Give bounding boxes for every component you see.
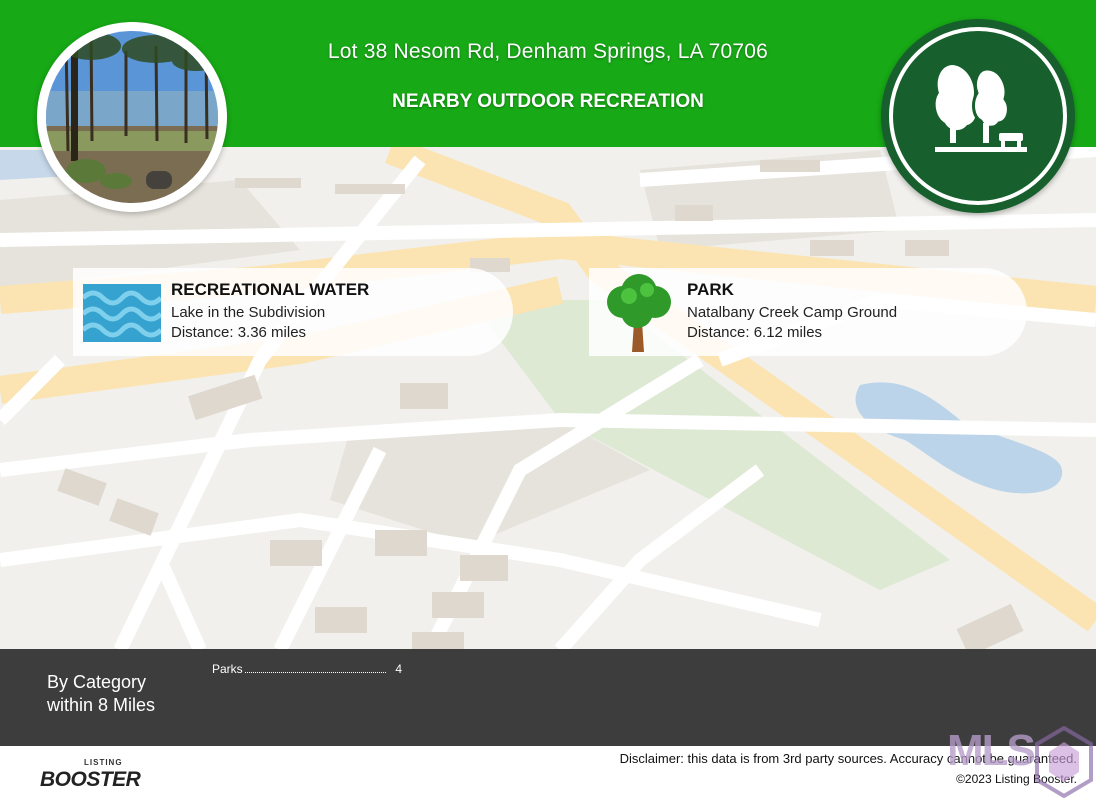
park-badge bbox=[881, 19, 1075, 213]
category-row-parks: Parks 4 bbox=[212, 662, 402, 676]
mls-watermark: MLS bbox=[947, 726, 1036, 775]
water-waves-icon bbox=[83, 284, 161, 342]
property-photo bbox=[37, 22, 227, 212]
card-distance: Distance: 3.36 miles bbox=[171, 324, 307, 341]
by-category-label: By Category within 8 Miles bbox=[47, 672, 156, 715]
mls-diamond-icon bbox=[1035, 726, 1093, 798]
category-label: Parks bbox=[212, 662, 243, 676]
recreation-card-park[interactable]: PARK Natalbany Creek Camp Ground Distanc… bbox=[589, 268, 1027, 356]
tree-icon bbox=[607, 274, 671, 352]
recreation-card-water[interactable]: RECREATIONAL WATER Lake in the Subdivisi… bbox=[73, 268, 513, 356]
card-place-name: Natalbany Creek Camp Ground bbox=[687, 304, 898, 321]
card-title: RECREATIONAL WATER bbox=[171, 280, 370, 299]
category-count: 4 bbox=[395, 662, 402, 676]
bottom-bar: LISTING BOOSTER Disclaimer: this data is… bbox=[0, 746, 1096, 801]
dot-leader bbox=[244, 672, 386, 673]
category-footer: By Category within 8 Miles Parks 4 bbox=[0, 649, 1096, 746]
park-trees-icon bbox=[935, 65, 1027, 152]
card-distance: Distance: 6.12 miles bbox=[687, 324, 823, 341]
card-place-name: Lake in the Subdivision bbox=[171, 304, 326, 321]
card-title: PARK bbox=[687, 280, 734, 299]
